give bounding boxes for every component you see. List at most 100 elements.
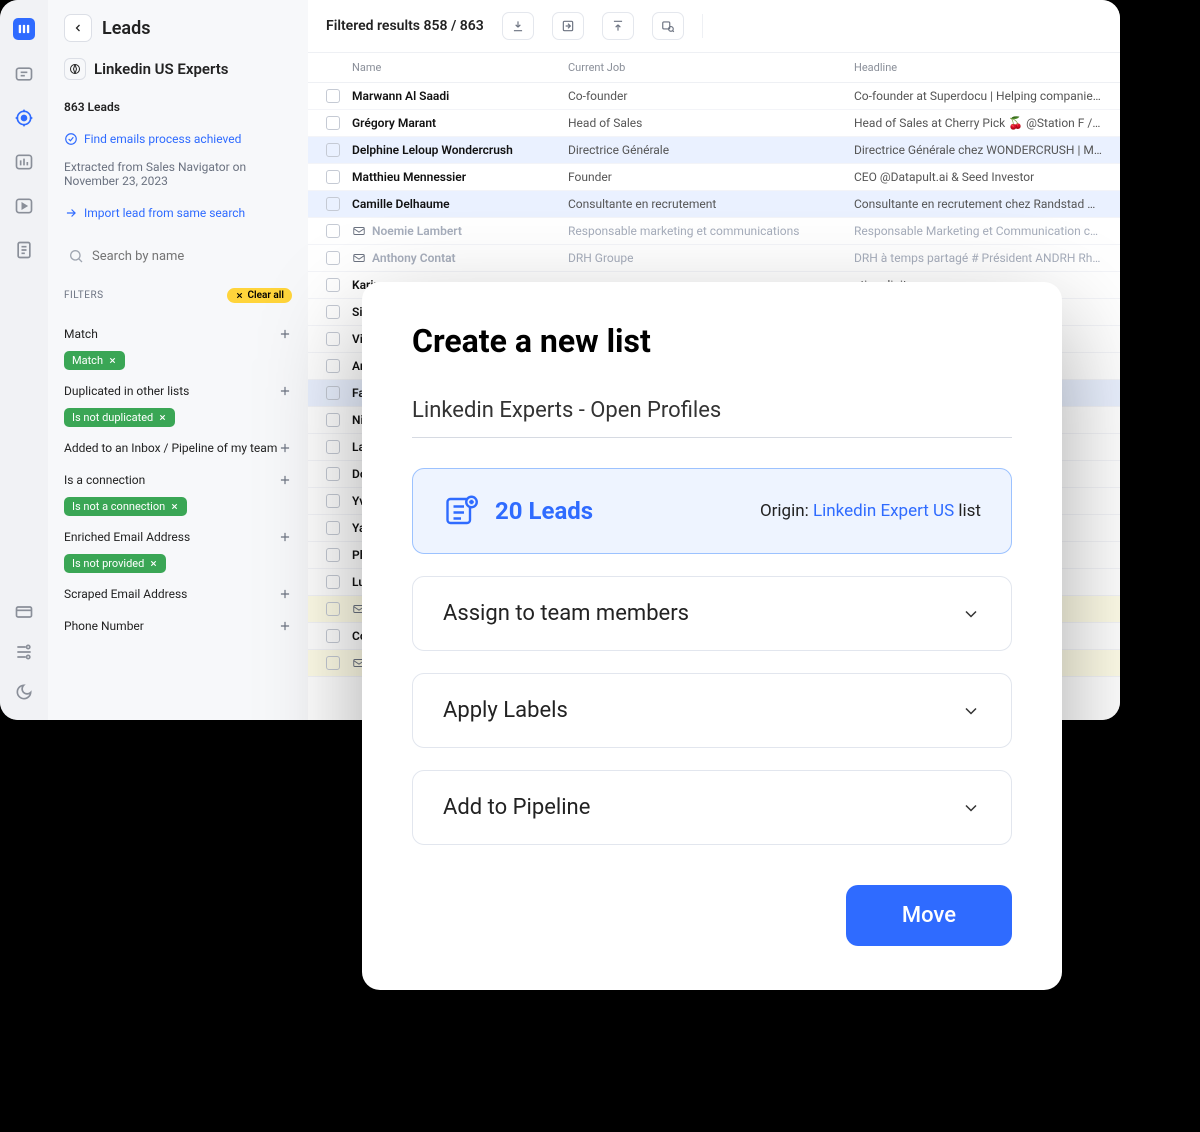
plus-icon[interactable] [278,384,292,398]
leads-count: 863 Leads [64,100,292,114]
close-icon[interactable] [158,413,167,422]
filter-group: Duplicated in other lists Is not duplicat… [64,380,292,427]
table-row[interactable]: Matthieu MennessierFounderCEO @Datapult.… [308,164,1120,191]
filter-pill-label: Is not duplicated [72,411,153,424]
assign-team-label: Assign to team members [443,601,689,626]
download-button[interactable] [502,12,534,40]
row-checkbox[interactable] [326,629,340,643]
row-checkbox[interactable] [326,602,340,616]
filter-pill[interactable]: Match [64,351,125,370]
table-row[interactable]: Anthony ContatDRH GroupeDRH à temps part… [308,245,1120,272]
row-headline: DRH à temps partagé # Président ANDRH Rh… [854,251,1102,265]
filter-pill[interactable]: Is not provided [64,554,166,573]
filter-pill[interactable]: Is not duplicated [64,408,175,427]
row-checkbox[interactable] [326,305,340,319]
status-text: Find emails process achieved [84,132,241,146]
table-row[interactable]: Camille DelhaumeConsultante en recruteme… [308,191,1120,218]
filter-pill-label: Is not a connection [72,500,165,513]
nav-settings-icon[interactable] [14,642,34,662]
plus-icon[interactable] [278,327,292,341]
row-checkbox[interactable] [326,197,340,211]
plus-icon[interactable] [278,619,292,633]
import-link[interactable]: Import lead from same search [64,206,292,220]
row-headline: Consultante en recrutement chez Randstad… [854,197,1102,211]
table-row[interactable]: Noemie LambertResponsable marketing et c… [308,218,1120,245]
move-button[interactable]: Move [846,885,1012,946]
filter-group: Phone Number [64,615,292,637]
row-checkbox[interactable] [326,548,340,562]
filter-head[interactable]: Enriched Email Address [64,526,292,548]
row-checkbox[interactable] [326,143,340,157]
row-checkbox[interactable] [326,521,340,535]
filter-label: Phone Number [64,619,144,633]
inspect-button[interactable] [652,12,684,40]
clear-all-button[interactable]: Clear all [227,288,292,303]
list-plus-icon [443,493,479,529]
assign-team-collapse[interactable]: Assign to team members [412,576,1012,651]
nav-doc-icon[interactable] [14,240,34,260]
filter-head[interactable]: Duplicated in other lists [64,380,292,402]
filter-head[interactable]: Is a connection [64,469,292,491]
filter-pill[interactable]: Is not a connection [64,497,187,516]
add-pipeline-label: Add to Pipeline [443,795,590,820]
row-checkbox[interactable] [326,440,340,454]
row-checkbox[interactable] [326,386,340,400]
nav-billing-icon[interactable] [14,602,34,622]
table-row[interactable]: Delphine Leloup WondercrushDirectrice Gé… [308,137,1120,164]
row-checkbox[interactable] [326,656,340,670]
import-button[interactable] [602,12,634,40]
row-headline: Head of Sales at Cherry Pick 🍒 @Station … [854,116,1102,130]
apply-labels-collapse[interactable]: Apply Labels [412,673,1012,748]
row-checkbox[interactable] [326,251,340,265]
filter-label: Is a connection [64,473,145,487]
row-checkbox[interactable] [326,116,340,130]
close-icon[interactable] [108,356,117,365]
filter-label: Scraped Email Address [64,587,187,601]
nav-reports-icon[interactable] [14,152,34,172]
row-name-text: Delphine Leloup Wondercrush [352,143,513,157]
row-headline: CEO @Datapult.ai & Seed Investor [854,170,1102,184]
row-checkbox[interactable] [326,494,340,508]
back-button[interactable] [64,14,92,42]
nav-messages-icon[interactable] [14,64,34,84]
chevron-down-icon [961,604,981,624]
nav-theme-icon[interactable] [14,682,34,702]
plus-icon[interactable] [278,530,292,544]
import-text: Import lead from same search [84,206,245,220]
filter-pill-label: Is not provided [72,557,144,570]
row-checkbox[interactable] [326,413,340,427]
table-row[interactable]: Marwann Al SaadiCo-founderCo-founder at … [308,83,1120,110]
export-button[interactable] [552,12,584,40]
table-row[interactable]: Grégory MarantHead of SalesHead of Sales… [308,110,1120,137]
list-name-input[interactable] [412,388,1012,438]
add-pipeline-collapse[interactable]: Add to Pipeline [412,770,1012,845]
plus-icon[interactable] [278,473,292,487]
filter-head[interactable]: Phone Number [64,615,292,637]
filter-head[interactable]: Scraped Email Address [64,583,292,605]
filter-label: Added to an Inbox / Pipeline of my team [64,441,277,455]
row-checkbox[interactable] [326,467,340,481]
row-job: Consultante en recrutement [568,197,854,211]
filter-head[interactable]: Added to an Inbox / Pipeline of my team [64,437,292,459]
nav-play-icon[interactable] [14,196,34,216]
row-name-text: Grégory Marant [352,116,436,130]
origin-link[interactable]: Linkedin Expert US [813,501,954,521]
close-icon[interactable] [149,559,158,568]
close-icon[interactable] [170,502,179,511]
row-checkbox[interactable] [326,278,340,292]
table-header: Name Current Job Headline [308,53,1120,83]
row-name: Delphine Leloup Wondercrush [352,143,568,157]
plus-icon[interactable] [278,441,292,455]
search-input[interactable] [92,249,288,264]
plus-icon[interactable] [278,587,292,601]
source-name: Linkedin US Experts [94,60,228,78]
nav-leads-icon[interactable] [14,108,34,128]
filter-head[interactable]: Match [64,323,292,345]
row-checkbox[interactable] [326,332,340,346]
row-name: Marwann Al Saadi [352,89,568,103]
row-checkbox[interactable] [326,224,340,238]
row-checkbox[interactable] [326,575,340,589]
row-checkbox[interactable] [326,170,340,184]
row-checkbox[interactable] [326,359,340,373]
row-checkbox[interactable] [326,89,340,103]
